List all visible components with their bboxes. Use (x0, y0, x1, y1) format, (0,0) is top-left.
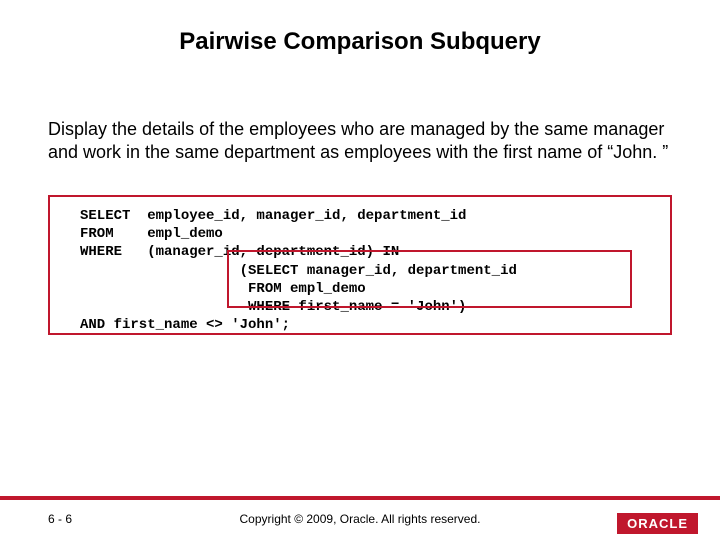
code-block-container: SELECT employee_id, manager_id, departme… (48, 195, 672, 335)
footer-divider (0, 496, 720, 500)
slide: Pairwise Comparison Subquery Display the… (0, 0, 720, 540)
oracle-logo: ORACLE (617, 513, 698, 534)
body-paragraph: Display the details of the employees who… (48, 118, 672, 163)
sql-code: SELECT employee_id, manager_id, departme… (80, 207, 517, 334)
copyright-text: Copyright © 2009, Oracle. All rights res… (0, 512, 720, 526)
slide-title: Pairwise Comparison Subquery (0, 0, 720, 56)
